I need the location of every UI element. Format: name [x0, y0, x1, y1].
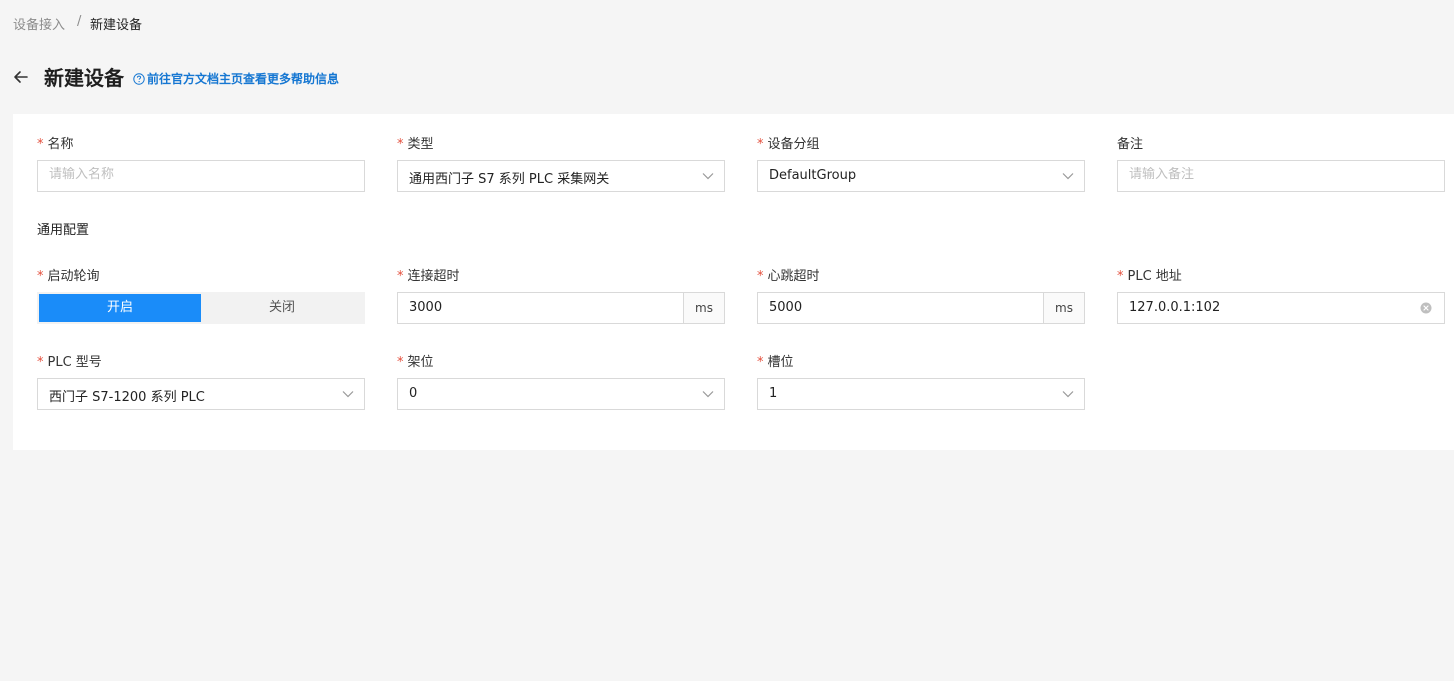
polling-toggle: 开启 关闭 [37, 292, 365, 324]
required-mark: * [397, 269, 404, 284]
plc-model-select-value: 西门子 S7-1200 系列 PLC [49, 390, 205, 405]
page-header: 新建设备 前往官方文档主页查看更多帮助信息 [0, 60, 1454, 94]
group-label: * 设备分组 [757, 137, 820, 152]
polling-on-button[interactable]: 开启 [39, 294, 201, 322]
help-docs-link[interactable]: 前往官方文档主页查看更多帮助信息 [133, 70, 339, 87]
chevron-down-icon [702, 391, 714, 398]
remark-label: 备注 [1117, 137, 1144, 152]
arrow-left-icon[interactable] [11, 67, 31, 87]
group-select[interactable]: DefaultGroup [757, 160, 1085, 192]
type-select-value: 通用西门子 S7 系列 PLC 采集网关 [409, 172, 610, 187]
slot-select[interactable]: 1 [757, 378, 1085, 410]
plc-model-select[interactable]: 西门子 S7-1200 系列 PLC [37, 378, 365, 410]
required-mark: * [397, 137, 404, 152]
connect-timeout-input[interactable]: 3000 [409, 300, 442, 315]
plc-address-label: * PLC 地址 [1117, 269, 1182, 284]
connect-timeout-unit: ms [683, 293, 724, 323]
connect-timeout-label: * 连接超时 [397, 269, 460, 284]
group-select-value: DefaultGroup [769, 168, 857, 183]
heartbeat-timeout-input[interactable]: 5000 [769, 300, 802, 315]
name-input-wrapper[interactable] [37, 160, 365, 192]
name-input[interactable] [49, 167, 329, 182]
required-mark: * [37, 269, 44, 284]
chevron-down-icon [1062, 391, 1074, 398]
question-circle-icon [133, 72, 145, 85]
chevron-down-icon [1062, 173, 1074, 180]
plc-address-input[interactable]: 127.0.0.1:102 [1129, 300, 1220, 315]
polling-off-button[interactable]: 关闭 [201, 294, 363, 322]
rack-select-value: 0 [409, 386, 418, 401]
type-select[interactable]: 通用西门子 S7 系列 PLC 采集网关 [397, 160, 725, 192]
heartbeat-timeout-input-wrapper[interactable]: 5000 ms [757, 292, 1085, 324]
device-form-card: *名称 *类型 通用西门子 S7 系列 PLC 采集网关 *设备分组 Defau… [13, 114, 1454, 450]
name-label: * 名称 [37, 137, 74, 152]
page-title: 新建设备 [44, 66, 124, 90]
required-mark: * [37, 355, 44, 370]
polling-label: * 启动轮询 [37, 269, 100, 284]
required-mark: * [757, 269, 764, 284]
chevron-down-icon [702, 173, 714, 180]
plc-model-label: * PLC 型号 [37, 355, 102, 370]
remark-input[interactable] [1129, 167, 1409, 182]
rack-select[interactable]: 0 [397, 378, 725, 410]
chevron-down-icon [342, 391, 354, 398]
required-mark: * [757, 137, 764, 152]
heartbeat-timeout-unit: ms [1043, 293, 1084, 323]
rack-label: * 架位 [397, 355, 434, 370]
breadcrumb-item-current: 新建设备 [90, 18, 143, 33]
clear-circle-icon[interactable] [1420, 302, 1432, 314]
heartbeat-timeout-label: * 心跳超时 [757, 269, 820, 284]
required-mark: * [757, 355, 764, 370]
remark-input-wrapper[interactable] [1117, 160, 1445, 192]
required-mark: * [397, 355, 404, 370]
connect-timeout-input-wrapper[interactable]: 3000 ms [397, 292, 725, 324]
slot-select-value: 1 [769, 386, 778, 401]
slot-label: * 槽位 [757, 355, 794, 370]
help-link-text: 前往官方文档主页查看更多帮助信息 [147, 72, 340, 86]
required-mark: * [1117, 269, 1124, 284]
required-mark: * [37, 137, 44, 152]
breadcrumb-separator: / [77, 14, 82, 29]
plc-address-input-wrapper[interactable]: 127.0.0.1:102 [1117, 292, 1445, 324]
type-label: * 类型 [397, 137, 434, 152]
section-title-general-config: 通用配置 [37, 223, 90, 238]
breadcrumb-item-device-access[interactable]: 设备接入 [13, 14, 65, 33]
